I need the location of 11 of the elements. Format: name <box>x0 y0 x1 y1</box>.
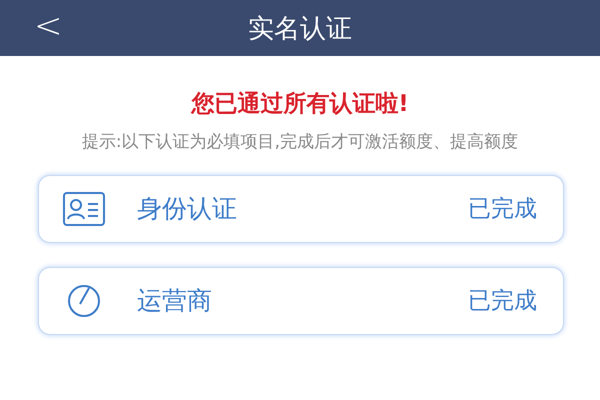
verification-item[interactable]: 身份认证 已完成 <box>38 174 564 243</box>
page-title: 实名认证 <box>248 12 352 46</box>
back-button[interactable]: < <box>28 6 68 46</box>
verification-item[interactable]: 运营商 已完成 <box>38 266 564 335</box>
hint-text: 提示:以下认证为必填项目,完成后才可激活额度、提高额度 <box>80 131 520 154</box>
item-status: 已完成 <box>468 287 537 316</box>
item-label: 运营商 <box>137 285 213 318</box>
success-message: 您已通过所有认证啦! <box>190 90 410 119</box>
item-status: 已完成 <box>468 195 537 224</box>
item-label: 身份认证 <box>137 193 238 226</box>
id-card-icon <box>63 192 105 226</box>
